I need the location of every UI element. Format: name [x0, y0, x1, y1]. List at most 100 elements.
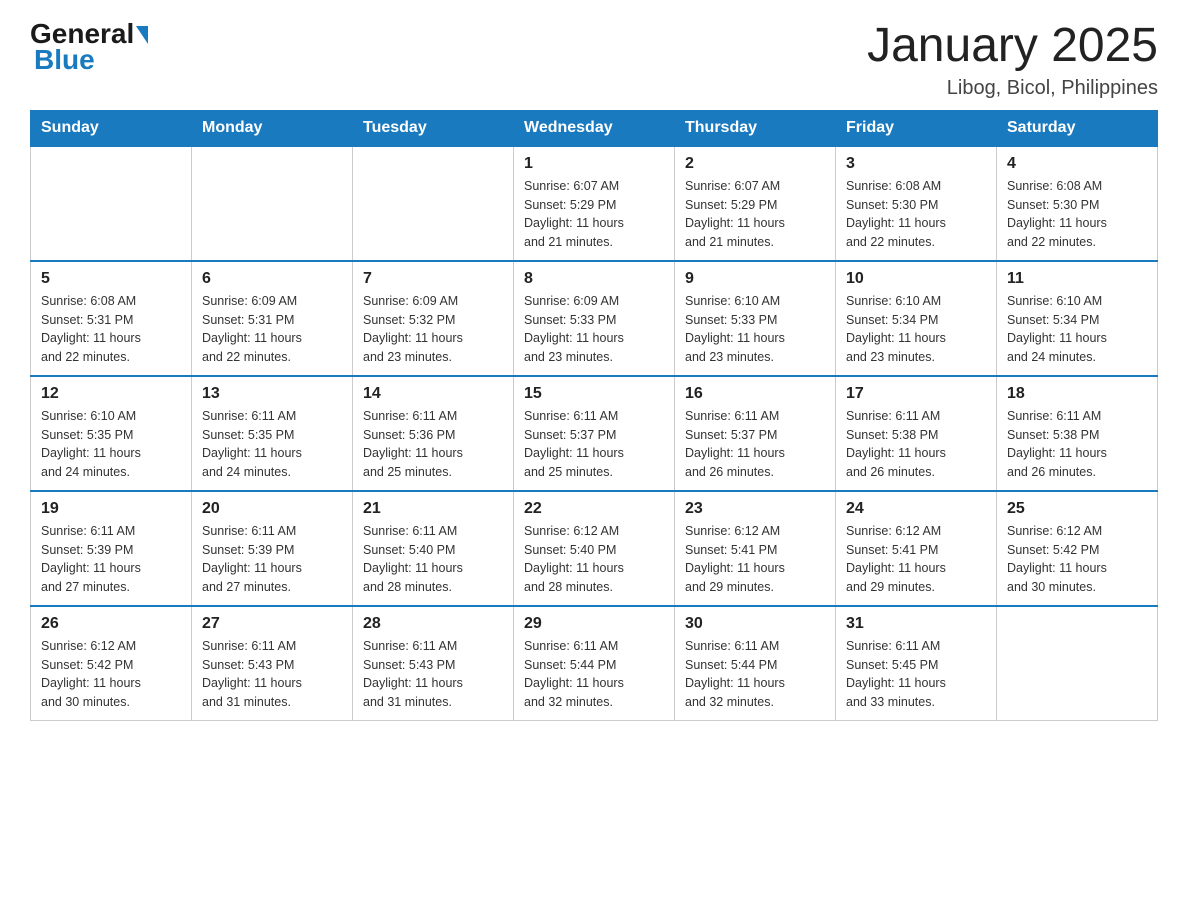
calendar-cell: 3Sunrise: 6:08 AMSunset: 5:30 PMDaylight… — [836, 146, 997, 261]
calendar-cell: 2 Sunrise: 6:07 AMSunset: 5:29 PMDaylight… — [675, 146, 836, 261]
calendar-table: SundayMondayTuesdayWednesdayThursdayFrid… — [30, 110, 1158, 721]
calendar-cell: 30Sunrise: 6:11 AMSunset: 5:44 PMDayligh… — [675, 606, 836, 721]
calendar-cell: 6 Sunrise: 6:09 AMSunset: 5:31 PMDaylight… — [192, 261, 353, 376]
day-info: Sunrise: 6:11 AMSunset: 5:39 PMDaylight:… — [41, 522, 181, 597]
calendar-cell: 10 Sunrise: 6:10 AMSunset: 5:34 PMDayligh… — [836, 261, 997, 376]
day-info: Sunrise: 6:10 AMSunset: 5:34 PMDaylight:… — [846, 292, 986, 367]
weekday-header-tuesday: Tuesday — [353, 110, 514, 146]
weekday-header-friday: Friday — [836, 110, 997, 146]
day-info: Sunrise: 6:11 AMSunset: 5:40 PMDaylight:… — [363, 522, 503, 597]
day-info: Sunrise: 6:10 AMSunset: 5:34 PMDaylight:… — [1007, 292, 1147, 367]
calendar-week-row: 26 Sunrise: 6:12 AMSunset: 5:42 PMDayligh… — [31, 606, 1158, 721]
day-info: Sunrise: 6:11 AMSunset: 5:38 PMDaylight:… — [846, 407, 986, 482]
calendar-cell: 4 Sunrise: 6:08 AMSunset: 5:30 PMDaylight… — [997, 146, 1158, 261]
logo-arrow-icon — [136, 26, 148, 44]
day-number: 7 — [363, 270, 503, 288]
calendar-cell: 26 Sunrise: 6:12 AMSunset: 5:42 PMDayligh… — [31, 606, 192, 721]
day-number: 4 — [1007, 155, 1147, 173]
day-info: Sunrise: 6:12 AMSunset: 5:41 PMDaylight:… — [846, 522, 986, 597]
calendar-week-row: 19 Sunrise: 6:11 AMSunset: 5:39 PMDayligh… — [31, 491, 1158, 606]
calendar-cell: 25 Sunrise: 6:12 AMSunset: 5:42 PMDayligh… — [997, 491, 1158, 606]
calendar-subtitle: Libog, Bicol, Philippines — [867, 77, 1158, 100]
day-number: 19 — [41, 500, 181, 518]
day-info: Sunrise: 6:11 AMSunset: 5:43 PMDaylight:… — [202, 637, 342, 712]
day-info: Sunrise: 6:11 AMSunset: 5:36 PMDaylight:… — [363, 407, 503, 482]
calendar-cell — [192, 146, 353, 261]
calendar-cell: 13 Sunrise: 6:11 AMSunset: 5:35 PMDayligh… — [192, 376, 353, 491]
day-number: 24 — [846, 500, 986, 518]
calendar-cell: 24 Sunrise: 6:12 AMSunset: 5:41 PMDayligh… — [836, 491, 997, 606]
day-number: 14 — [363, 385, 503, 403]
day-number: 11 — [1007, 270, 1147, 288]
day-info: Sunrise: 6:11 AMSunset: 5:38 PMDaylight:… — [1007, 407, 1147, 482]
day-number: 6 — [202, 270, 342, 288]
day-info: Sunrise: 6:07 AMSunset: 5:29 PMDaylight:… — [685, 177, 825, 252]
day-number: 23 — [685, 500, 825, 518]
calendar-cell — [353, 146, 514, 261]
day-info: Sunrise: 6:11 AMSunset: 5:45 PMDaylight:… — [846, 637, 986, 712]
day-number: 28 — [363, 615, 503, 633]
day-number: 27 — [202, 615, 342, 633]
day-number: 10 — [846, 270, 986, 288]
day-info: Sunrise: 6:09 AMSunset: 5:33 PMDaylight:… — [524, 292, 664, 367]
day-number: 18 — [1007, 385, 1147, 403]
calendar-cell: 15 Sunrise: 6:11 AMSunset: 5:37 PMDayligh… — [514, 376, 675, 491]
day-info: Sunrise: 6:08 AMSunset: 5:31 PMDaylight:… — [41, 292, 181, 367]
day-info: Sunrise: 6:12 AMSunset: 5:42 PMDaylight:… — [1007, 522, 1147, 597]
day-number: 15 — [524, 385, 664, 403]
day-number: 29 — [524, 615, 664, 633]
calendar-cell: 18 Sunrise: 6:11 AMSunset: 5:38 PMDayligh… — [997, 376, 1158, 491]
logo-blue-text: Blue — [34, 44, 95, 76]
day-info: Sunrise: 6:10 AMSunset: 5:35 PMDaylight:… — [41, 407, 181, 482]
day-info: Sunrise: 6:11 AMSunset: 5:35 PMDaylight:… — [202, 407, 342, 482]
day-number: 17 — [846, 385, 986, 403]
weekday-header-row: SundayMondayTuesdayWednesdayThursdayFrid… — [31, 110, 1158, 146]
day-number: 13 — [202, 385, 342, 403]
day-number: 21 — [363, 500, 503, 518]
day-info: Sunrise: 6:08 AMSunset: 5:30 PMDaylight:… — [846, 177, 986, 252]
calendar-cell: 22Sunrise: 6:12 AMSunset: 5:40 PMDayligh… — [514, 491, 675, 606]
calendar-cell: 5 Sunrise: 6:08 AMSunset: 5:31 PMDaylight… — [31, 261, 192, 376]
calendar-cell: 14 Sunrise: 6:11 AMSunset: 5:36 PMDayligh… — [353, 376, 514, 491]
day-number: 22 — [524, 500, 664, 518]
calendar-cell: 8Sunrise: 6:09 AMSunset: 5:33 PMDaylight… — [514, 261, 675, 376]
weekday-header-monday: Monday — [192, 110, 353, 146]
calendar-cell — [31, 146, 192, 261]
day-number: 2 — [685, 155, 825, 173]
logo: General Blue — [30, 20, 148, 76]
day-number: 9 — [685, 270, 825, 288]
day-number: 1 — [524, 155, 664, 173]
calendar-cell: 29 Sunrise: 6:11 AMSunset: 5:44 PMDayligh… — [514, 606, 675, 721]
day-info: Sunrise: 6:12 AMSunset: 5:42 PMDaylight:… — [41, 637, 181, 712]
calendar-cell: 31Sunrise: 6:11 AMSunset: 5:45 PMDayligh… — [836, 606, 997, 721]
weekday-header-wednesday: Wednesday — [514, 110, 675, 146]
day-info: Sunrise: 6:11 AMSunset: 5:39 PMDaylight:… — [202, 522, 342, 597]
day-number: 12 — [41, 385, 181, 403]
calendar-cell: 27 Sunrise: 6:11 AMSunset: 5:43 PMDayligh… — [192, 606, 353, 721]
calendar-week-row: 5 Sunrise: 6:08 AMSunset: 5:31 PMDaylight… — [31, 261, 1158, 376]
day-number: 16 — [685, 385, 825, 403]
calendar-cell: 16Sunrise: 6:11 AMSunset: 5:37 PMDayligh… — [675, 376, 836, 491]
day-info: Sunrise: 6:11 AMSunset: 5:44 PMDaylight:… — [524, 637, 664, 712]
calendar-cell: 7Sunrise: 6:09 AMSunset: 5:32 PMDaylight… — [353, 261, 514, 376]
calendar-title: January 2025 — [867, 20, 1158, 73]
day-info: Sunrise: 6:11 AMSunset: 5:37 PMDaylight:… — [524, 407, 664, 482]
calendar-cell: 17 Sunrise: 6:11 AMSunset: 5:38 PMDayligh… — [836, 376, 997, 491]
day-info: Sunrise: 6:09 AMSunset: 5:31 PMDaylight:… — [202, 292, 342, 367]
day-info: Sunrise: 6:08 AMSunset: 5:30 PMDaylight:… — [1007, 177, 1147, 252]
calendar-header: SundayMondayTuesdayWednesdayThursdayFrid… — [31, 110, 1158, 146]
day-number: 20 — [202, 500, 342, 518]
day-info: Sunrise: 6:11 AMSunset: 5:43 PMDaylight:… — [363, 637, 503, 712]
day-number: 5 — [41, 270, 181, 288]
calendar-cell: 20 Sunrise: 6:11 AMSunset: 5:39 PMDayligh… — [192, 491, 353, 606]
calendar-cell: 19 Sunrise: 6:11 AMSunset: 5:39 PMDayligh… — [31, 491, 192, 606]
calendar-week-row: 12 Sunrise: 6:10 AMSunset: 5:35 PMDayligh… — [31, 376, 1158, 491]
day-number: 26 — [41, 615, 181, 633]
day-number: 25 — [1007, 500, 1147, 518]
calendar-cell — [997, 606, 1158, 721]
calendar-cell: 9 Sunrise: 6:10 AMSunset: 5:33 PMDaylight… — [675, 261, 836, 376]
day-info: Sunrise: 6:12 AMSunset: 5:41 PMDaylight:… — [685, 522, 825, 597]
calendar-cell: 23 Sunrise: 6:12 AMSunset: 5:41 PMDayligh… — [675, 491, 836, 606]
calendar-body: 1 Sunrise: 6:07 AMSunset: 5:29 PMDaylight… — [31, 146, 1158, 721]
day-info: Sunrise: 6:10 AMSunset: 5:33 PMDaylight:… — [685, 292, 825, 367]
